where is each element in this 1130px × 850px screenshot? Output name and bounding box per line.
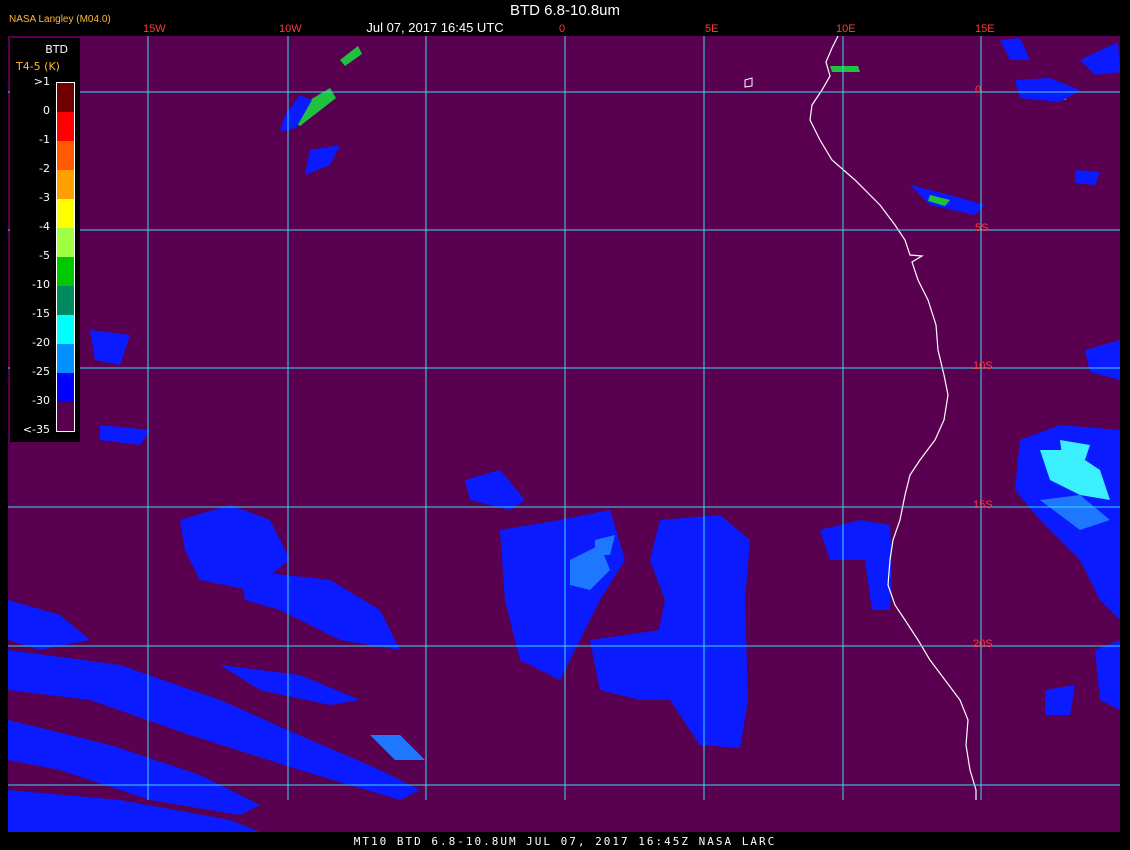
legend-swatch bbox=[57, 141, 74, 170]
footer-caption: MT10 BTD 6.8-10.8UM JUL 07, 2017 16:45Z … bbox=[353, 835, 777, 848]
color-legend: BTD T4-5 (K) >1 0 -1 -2 -3 -4 -5 -10 -15 -20 -25 -3… bbox=[10, 38, 80, 442]
legend-tick-label: 0 bbox=[43, 104, 50, 117]
legend-swatch bbox=[57, 402, 74, 431]
legend-swatch bbox=[57, 315, 74, 344]
legend-swatch bbox=[57, 344, 74, 373]
image-title: BTD 6.8-10.8um bbox=[509, 2, 621, 19]
legend-swatch bbox=[57, 228, 74, 257]
legend-tick-label: -2 bbox=[39, 162, 50, 175]
lon-label-0: 0 bbox=[559, 23, 566, 35]
lat-label-0: 0 bbox=[975, 84, 982, 96]
lat-label-5s: 5S bbox=[975, 222, 989, 234]
lon-label-10w: 10W bbox=[279, 23, 302, 35]
legend-tick-label: -25 bbox=[32, 365, 50, 378]
legend-color-bar bbox=[56, 82, 75, 432]
legend-swatch bbox=[57, 373, 74, 402]
legend-swatch bbox=[57, 199, 74, 228]
lon-label-15w: 15W bbox=[143, 23, 166, 35]
legend-swatch bbox=[57, 286, 74, 315]
legend-swatch bbox=[57, 83, 74, 112]
lon-label-5e: 5E bbox=[705, 23, 719, 35]
lat-label-10s: 10S bbox=[973, 360, 993, 372]
legend-tick-label: -5 bbox=[39, 249, 50, 262]
lat-label-15s: 15S bbox=[973, 499, 993, 511]
legend-swatch bbox=[57, 257, 74, 286]
legend-tick-label: -30 bbox=[32, 394, 50, 407]
legend-tick-label: -3 bbox=[39, 191, 50, 204]
legend-tick-label: -4 bbox=[39, 220, 50, 233]
lat-label-20s: 20S bbox=[973, 638, 993, 650]
lon-label-15e: 15E bbox=[975, 23, 995, 35]
legend-tick-label: -1 bbox=[39, 133, 50, 146]
lon-label-10e: 10E bbox=[836, 23, 856, 35]
satellite-map bbox=[0, 0, 1130, 850]
legend-swatch bbox=[57, 112, 74, 141]
legend-tick-label: -20 bbox=[32, 336, 50, 349]
legend-tick-label: <-35 bbox=[22, 423, 50, 436]
legend-swatch bbox=[57, 170, 74, 199]
legend-tick-label: >1 bbox=[33, 75, 50, 88]
legend-title: BTD bbox=[45, 43, 68, 56]
legend-units: T4-5 (K) bbox=[16, 60, 60, 73]
legend-tick-label: -10 bbox=[32, 278, 50, 291]
legend-tick-label: -15 bbox=[32, 307, 50, 320]
